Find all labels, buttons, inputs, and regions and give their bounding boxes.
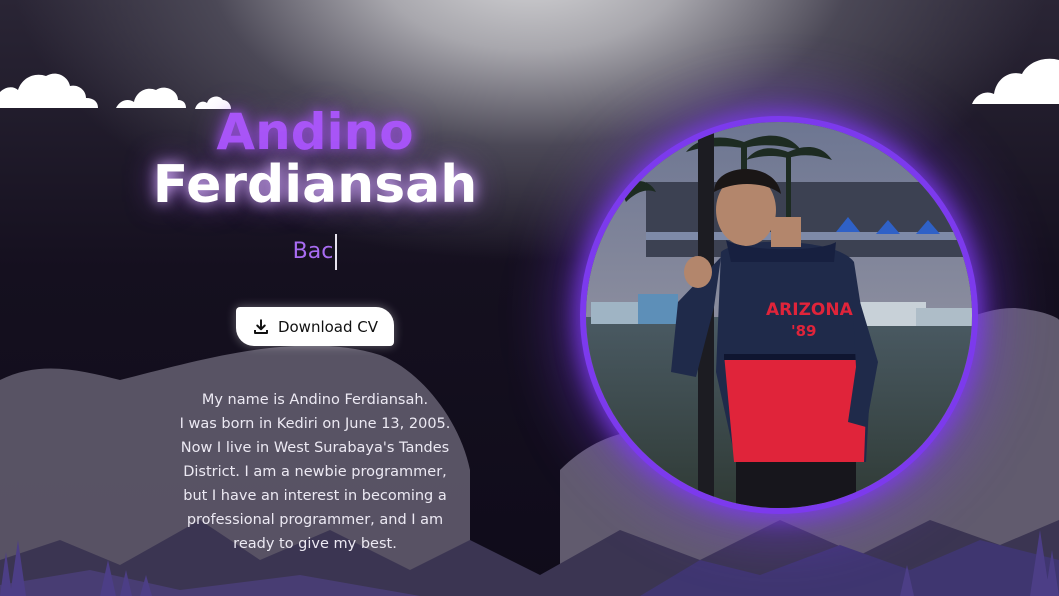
hero-first-name: Andino bbox=[216, 103, 414, 161]
hero-last-name: Ferdiansah bbox=[152, 155, 478, 215]
typed-role-text: Bac bbox=[120, 232, 510, 272]
shirt-text-arizona: ARIZONA bbox=[766, 300, 854, 320]
cloud-right-icon bbox=[972, 58, 1059, 104]
bio-line: professional programmer, and I am bbox=[186, 512, 444, 528]
bio-line: ready to give my best. bbox=[233, 536, 397, 552]
typed-text: Bac bbox=[292, 239, 334, 264]
profile-photo: ARIZONA '89 bbox=[586, 122, 972, 508]
bio-line: I was born in Kediri on June 13, 2005. bbox=[179, 416, 451, 432]
download-icon bbox=[253, 318, 268, 334]
profile-photo-illustration: ARIZONA '89 bbox=[586, 122, 972, 508]
bio-line: District. I am a newbie programmer, bbox=[183, 464, 447, 480]
bio-line: but I have an interest in becoming a bbox=[183, 488, 447, 504]
bio-line: Now I live in West Surabaya's Tandes bbox=[180, 440, 450, 456]
bio-text: My name is Andino Ferdiansah. I was born… bbox=[160, 388, 470, 556]
cloud-left-icon bbox=[0, 73, 98, 108]
text-caret bbox=[335, 234, 338, 270]
download-cv-button[interactable]: Download CV bbox=[236, 307, 394, 346]
hero-section: Andino Ferdiansah Bac bbox=[120, 100, 510, 272]
bio-line: My name is Andino Ferdiansah. bbox=[201, 392, 429, 408]
shirt-text-year: '89 bbox=[791, 322, 816, 340]
download-cv-label: Download CV bbox=[277, 317, 379, 336]
